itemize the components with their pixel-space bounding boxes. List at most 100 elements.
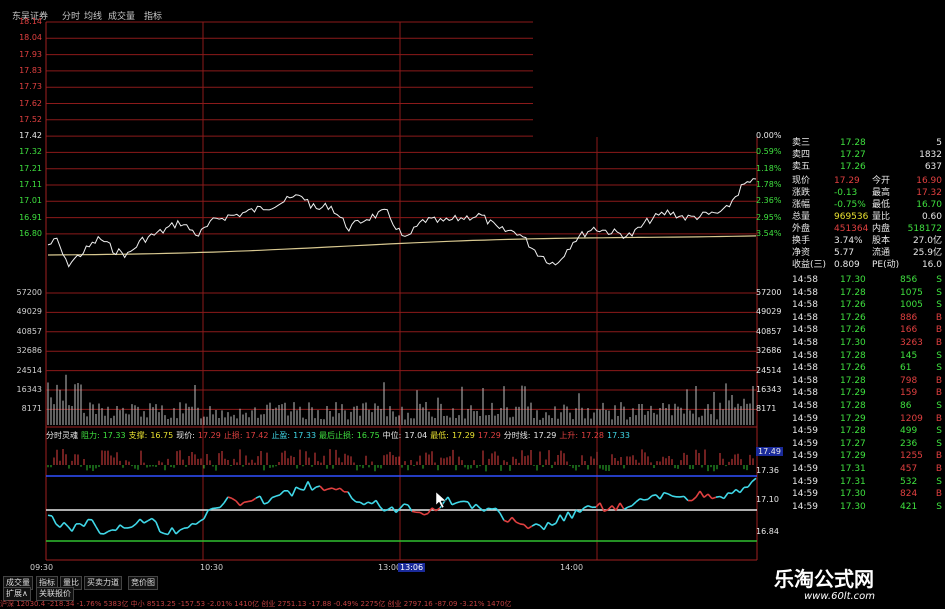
stat-row: 涨幅 -0.75% 最低 16.70 bbox=[790, 199, 945, 211]
trade-volume: 886 bbox=[900, 312, 918, 323]
indicator-line-segment bbox=[91, 519, 97, 528]
indicator-line-segment bbox=[387, 506, 393, 511]
trade-volume: 61 bbox=[900, 363, 912, 374]
status-bar: 沪深 12030.4 -218.34 -1.76% 5383亿 中小 8513.… bbox=[0, 600, 512, 608]
indicator-line-segment bbox=[103, 530, 109, 535]
trade-row: 14:58 17.26 1005 S bbox=[790, 299, 945, 312]
indicator-header-item: 16.75 bbox=[150, 431, 174, 440]
trade-price: 17.27 bbox=[840, 438, 866, 449]
indicator-line-segment bbox=[307, 481, 313, 491]
trade-time: 14:58 bbox=[792, 401, 818, 411]
bottom-tab[interactable]: 竞价图 bbox=[128, 576, 158, 590]
price-tick: 17.01 bbox=[19, 196, 42, 206]
trade-volume: 1075 bbox=[900, 287, 923, 298]
indicator-header-item: 支撑: bbox=[128, 431, 148, 440]
indicator-line-segment bbox=[531, 523, 537, 527]
indicator-line-segment bbox=[515, 521, 521, 525]
indicator-line-segment bbox=[183, 526, 189, 530]
trade-side: B bbox=[935, 413, 942, 424]
trade-price: 17.28 bbox=[840, 350, 866, 361]
indicator-line-segment bbox=[691, 496, 697, 502]
stat-row: 收益(三) 0.809 PE(动) 16.0 bbox=[790, 259, 945, 271]
trade-volume: 798 bbox=[900, 375, 918, 386]
trade-row: 14:58 17.28 145 S bbox=[790, 350, 945, 363]
trade-side: B bbox=[935, 312, 942, 323]
trade-price: 17.30 bbox=[840, 338, 866, 348]
time-tick: 14:00 bbox=[560, 563, 584, 572]
trade-volume: 1255 bbox=[900, 451, 923, 462]
ask-label: 卖三 bbox=[792, 138, 811, 148]
indicator-line-segment bbox=[179, 527, 185, 531]
quote-panel: 卖三 17.28 5 卖四 17.27 1832 卖五 17.26 637 现价 17.29 今开 16… bbox=[790, 137, 945, 557]
indicator-line-segment bbox=[51, 515, 57, 525]
volume-tick: 32686 bbox=[16, 346, 42, 356]
trade-row: 14:59 17.30 421 S bbox=[790, 501, 945, 514]
bottom-tab[interactable]: 买卖力道 bbox=[84, 576, 122, 590]
ask-row: 卖五 17.26 637 bbox=[790, 161, 945, 173]
indicator-line-segment bbox=[499, 512, 505, 521]
mouse-cursor-icon bbox=[435, 491, 447, 509]
stat-label: 最高 bbox=[872, 188, 891, 198]
trade-time: 14:58 bbox=[792, 375, 818, 386]
stat-value: 518172 bbox=[907, 224, 942, 234]
trade-row: 14:59 17.31 532 S bbox=[790, 476, 945, 489]
trade-row: 14:58 17.28 86 S bbox=[790, 400, 945, 413]
trade-side: B bbox=[935, 325, 942, 336]
trade-side: S bbox=[936, 426, 942, 437]
trade-volume: 159 bbox=[900, 388, 918, 399]
indicator-line-segment bbox=[243, 500, 249, 504]
time-tick: 09:30 bbox=[30, 563, 54, 572]
indicator-line-segment bbox=[447, 496, 453, 506]
trade-price: 17.30 bbox=[840, 501, 866, 512]
volume-tick: 49029 bbox=[16, 307, 42, 317]
indicator-line-segment bbox=[475, 503, 481, 509]
indicator-line-segment bbox=[487, 507, 493, 510]
indicator-line-segment bbox=[627, 504, 633, 508]
indicator-header-item: 17.28 bbox=[581, 431, 604, 440]
indicator-line-segment bbox=[471, 503, 477, 510]
trade-row: 14:58 17.26 166 B bbox=[790, 324, 945, 337]
stat-row: 外盘 451364 内盘 518172 bbox=[790, 223, 945, 235]
intraday-chart[interactable] bbox=[0, 0, 790, 576]
trade-side: S bbox=[936, 350, 942, 361]
indicator-line-segment bbox=[723, 492, 729, 500]
ask-volume: 5 bbox=[936, 138, 942, 148]
watermark: 乐淘公式网 www.60lt.com bbox=[760, 557, 945, 609]
indicator-line-segment bbox=[643, 498, 649, 501]
stat-label: 总量 bbox=[792, 212, 811, 222]
indicator-line-segment bbox=[211, 507, 217, 510]
volume-tick: 57200 bbox=[16, 288, 42, 297]
indicator-line-segment bbox=[315, 485, 321, 488]
trade-price: 17.30 bbox=[840, 275, 866, 285]
indicator-line-segment bbox=[239, 501, 245, 507]
trade-volume: 1005 bbox=[900, 300, 923, 311]
indicator-line-segment bbox=[655, 494, 661, 500]
indicator-line-segment bbox=[555, 514, 561, 524]
indicator-header-item: 上升: bbox=[559, 431, 579, 440]
indicator-line-segment bbox=[247, 500, 253, 503]
price-tick: 17.62 bbox=[19, 98, 42, 108]
stat-row: 涨跌 -0.13 最高 17.32 bbox=[790, 187, 945, 199]
trade-time: 14:58 bbox=[792, 312, 818, 323]
indicator-line-segment bbox=[95, 526, 101, 534]
ask-label: 卖四 bbox=[792, 150, 811, 160]
indicator-line-segment bbox=[259, 495, 265, 505]
indicator-line-segment bbox=[563, 511, 569, 522]
indicator-line-segment bbox=[219, 502, 225, 509]
trade-time: 14:59 bbox=[792, 413, 818, 424]
indicator-line-segment bbox=[267, 497, 273, 504]
price-tick: 17.83 bbox=[19, 65, 42, 75]
indicator-line-segment bbox=[63, 521, 69, 528]
indicator-line-segment bbox=[83, 519, 89, 527]
trade-volume: 3263 bbox=[900, 338, 923, 348]
indicator-line-segment bbox=[511, 516, 517, 523]
trade-time: 14:59 bbox=[792, 451, 818, 462]
ask-row: 卖三 17.28 5 bbox=[790, 137, 945, 149]
indicator-line-segment bbox=[663, 491, 669, 495]
indicator-line-segment bbox=[131, 523, 137, 528]
indicator-line-segment bbox=[667, 493, 673, 497]
indicator-line-segment bbox=[271, 495, 277, 499]
trade-side: S bbox=[936, 363, 942, 374]
trade-volume: 86 bbox=[900, 401, 912, 411]
indicator-line-segment bbox=[155, 521, 161, 533]
